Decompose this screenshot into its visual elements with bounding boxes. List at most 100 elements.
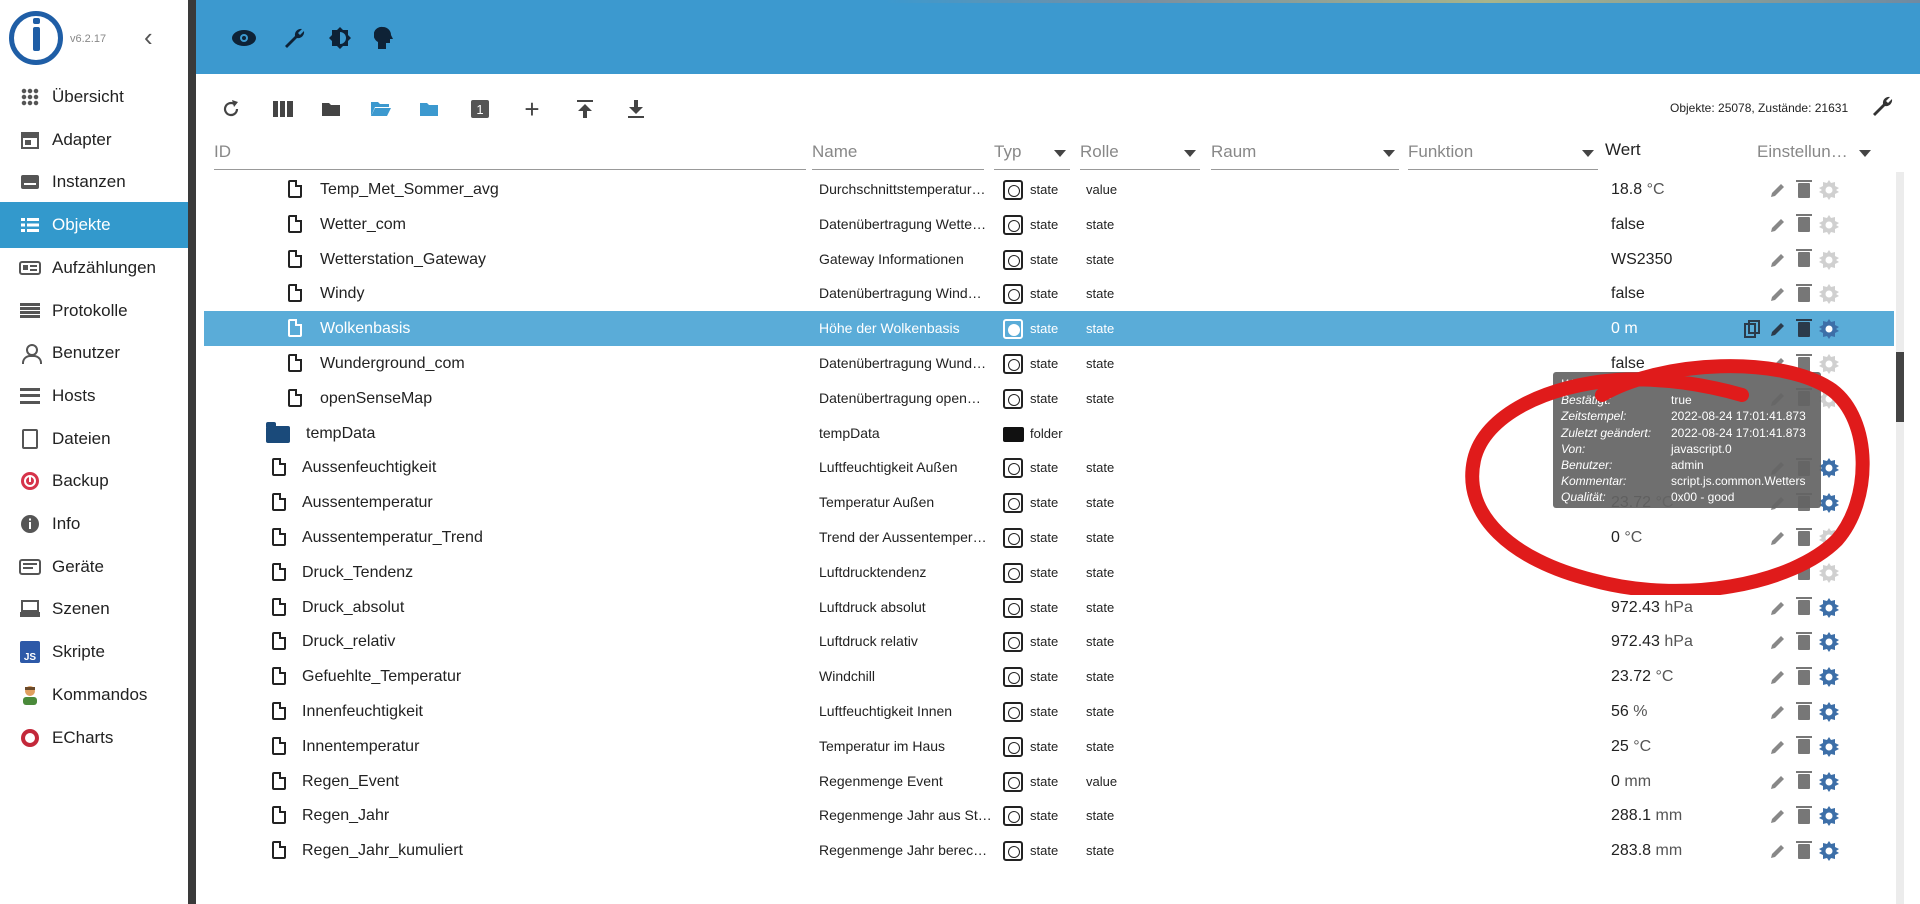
edit-icon[interactable] bbox=[1768, 284, 1788, 304]
collapse-sidebar-icon[interactable]: ‹ bbox=[144, 24, 153, 50]
sidebar-scrollbar[interactable] bbox=[188, 0, 196, 904]
edit-icon[interactable] bbox=[1768, 772, 1788, 792]
filter-funktion[interactable]: Funktion bbox=[1408, 142, 1598, 170]
sidebar-item-aufzählungen[interactable]: Aufzählungen bbox=[0, 245, 188, 291]
table-row[interactable]: Wolkenbasis Höhe der Wolkenbasis state stat… bbox=[204, 311, 1894, 346]
table-scrollbar[interactable] bbox=[1896, 172, 1904, 904]
gear-icon[interactable] bbox=[1819, 249, 1839, 270]
sidebar-item-skripte[interactable]: JS Skripte bbox=[0, 629, 188, 675]
edit-icon[interactable] bbox=[1768, 598, 1788, 618]
delete-icon[interactable] bbox=[1794, 666, 1814, 687]
columns-icon[interactable] bbox=[270, 96, 296, 122]
edit-icon[interactable] bbox=[1768, 250, 1788, 270]
delete-icon[interactable] bbox=[1794, 318, 1814, 339]
copy-icon[interactable] bbox=[1742, 319, 1762, 339]
add-icon[interactable]: + bbox=[519, 94, 545, 124]
sidebar-item-übersicht[interactable]: Übersicht bbox=[0, 74, 188, 120]
table-row[interactable]: Regen_Jahr_kumuliert Regenmenge Jahr bere… bbox=[204, 833, 1894, 868]
delete-icon[interactable] bbox=[1794, 179, 1814, 200]
table-row[interactable]: Aussentemperatur_Trend Trend der Aussente… bbox=[204, 520, 1894, 555]
table-row[interactable]: Regen_Event Regenmenge Event state value 0 m… bbox=[204, 764, 1894, 799]
scrollbar-thumb[interactable] bbox=[1896, 352, 1904, 422]
row-value[interactable]: 56 % bbox=[1611, 703, 1647, 721]
theme-icon[interactable] bbox=[326, 24, 354, 52]
table-row[interactable]: Temp_Met_Sommer_avg Durchschnittstemperat… bbox=[204, 172, 1894, 207]
delete-icon[interactable] bbox=[1794, 771, 1814, 792]
gear-icon[interactable] bbox=[1819, 319, 1839, 340]
gear-icon[interactable] bbox=[1819, 771, 1839, 792]
sidebar-item-info[interactable]: Info bbox=[0, 501, 188, 547]
gear-icon[interactable] bbox=[1819, 806, 1839, 827]
row-value[interactable]: 288.1 mm bbox=[1611, 807, 1682, 825]
gear-icon[interactable] bbox=[1819, 667, 1839, 688]
gear-icon[interactable] bbox=[1819, 702, 1839, 722]
edit-icon[interactable] bbox=[1768, 528, 1788, 548]
table-row[interactable]: Regen_Jahr Regenmenge Jahr aus St… state st… bbox=[204, 798, 1894, 833]
delete-icon[interactable] bbox=[1794, 701, 1814, 722]
sidebar-item-hosts[interactable]: Hosts bbox=[0, 373, 188, 419]
gear-icon[interactable] bbox=[1819, 736, 1839, 757]
row-value[interactable]: 25 °C bbox=[1611, 738, 1651, 756]
sidebar-item-benutzer[interactable]: Benutzer bbox=[0, 330, 188, 376]
delete-icon[interactable] bbox=[1794, 631, 1814, 652]
delete-icon[interactable] bbox=[1794, 597, 1814, 618]
table-row[interactable]: Wetterstation_Gateway Gateway Information… bbox=[204, 242, 1894, 277]
row-value[interactable]: 972.43 hPa bbox=[1611, 633, 1693, 651]
gear-icon[interactable] bbox=[1819, 388, 1839, 409]
sidebar-item-kommandos[interactable]: Kommandos bbox=[0, 672, 188, 718]
expand-all-icon[interactable] bbox=[368, 96, 394, 122]
sidebar-item-backup[interactable]: Backup bbox=[0, 458, 188, 504]
gear-icon[interactable] bbox=[1819, 284, 1839, 305]
settings-wrench-icon[interactable] bbox=[1870, 94, 1894, 124]
expert-mode-icon[interactable] bbox=[370, 24, 398, 52]
table-row[interactable]: Windy Datenübertragung Wind… state state fal… bbox=[204, 276, 1894, 311]
gear-icon[interactable] bbox=[1819, 458, 1839, 479]
row-value[interactable]: false bbox=[1611, 216, 1645, 234]
delete-icon[interactable] bbox=[1794, 736, 1814, 757]
row-value[interactable]: false bbox=[1611, 355, 1645, 373]
depth-one-icon[interactable]: 1 bbox=[467, 96, 493, 122]
table-row[interactable]: Druck_absolut Luftdruck absolut state state… bbox=[204, 590, 1894, 625]
filter-typ[interactable]: Typ bbox=[994, 142, 1070, 170]
row-value[interactable]: 283.8 mm bbox=[1611, 842, 1682, 860]
gear-icon[interactable] bbox=[1819, 597, 1839, 618]
table-row[interactable]: Druck_relativ Luftdruck relativ state state… bbox=[204, 624, 1894, 659]
delete-icon[interactable] bbox=[1794, 527, 1814, 548]
folder-icon[interactable] bbox=[318, 96, 344, 122]
gear-icon[interactable] bbox=[1819, 632, 1839, 653]
filter-id[interactable]: ID bbox=[214, 142, 806, 170]
sidebar-item-echarts[interactable]: ECharts bbox=[0, 715, 188, 761]
sidebar-item-adapter[interactable]: Adapter bbox=[0, 117, 188, 163]
sidebar-item-protokolle[interactable]: Protokolle bbox=[0, 288, 188, 334]
filter-raum[interactable]: Raum bbox=[1211, 142, 1399, 170]
edit-icon[interactable] bbox=[1768, 319, 1788, 339]
edit-icon[interactable] bbox=[1768, 806, 1788, 826]
table-row[interactable]: Wetter_com Datenübertragung Wette… state st… bbox=[204, 207, 1894, 242]
delete-icon[interactable] bbox=[1794, 805, 1814, 826]
delete-icon[interactable] bbox=[1794, 840, 1814, 861]
gear-icon[interactable] bbox=[1819, 562, 1839, 583]
delete-icon[interactable] bbox=[1794, 562, 1814, 583]
delete-icon[interactable] bbox=[1794, 249, 1814, 270]
sidebar-item-instanzen[interactable]: Instanzen bbox=[0, 159, 188, 205]
edit-icon[interactable] bbox=[1768, 702, 1788, 722]
edit-icon[interactable] bbox=[1768, 180, 1788, 200]
edit-icon[interactable] bbox=[1768, 667, 1788, 687]
row-value[interactable]: false bbox=[1611, 285, 1645, 303]
gear-icon[interactable] bbox=[1819, 493, 1839, 514]
delete-icon[interactable] bbox=[1794, 353, 1814, 374]
table-row[interactable]: Innentemperatur Temperatur im Haus state st… bbox=[204, 729, 1894, 764]
gear-icon[interactable] bbox=[1819, 528, 1839, 548]
edit-icon[interactable] bbox=[1768, 737, 1788, 757]
collapse-all-icon[interactable] bbox=[416, 96, 442, 122]
row-value[interactable]: 0 m bbox=[1611, 320, 1638, 338]
wrench-icon[interactable] bbox=[280, 24, 308, 52]
sidebar-item-objekte[interactable]: Objekte bbox=[0, 202, 188, 249]
eye-icon[interactable] bbox=[230, 24, 258, 52]
sidebar-item-geräte[interactable]: Geräte bbox=[0, 544, 188, 590]
edit-icon[interactable] bbox=[1768, 632, 1788, 652]
delete-icon[interactable] bbox=[1794, 214, 1814, 235]
download-icon[interactable] bbox=[623, 96, 649, 122]
gear-icon[interactable] bbox=[1819, 354, 1839, 374]
refresh-icon[interactable] bbox=[218, 96, 244, 122]
